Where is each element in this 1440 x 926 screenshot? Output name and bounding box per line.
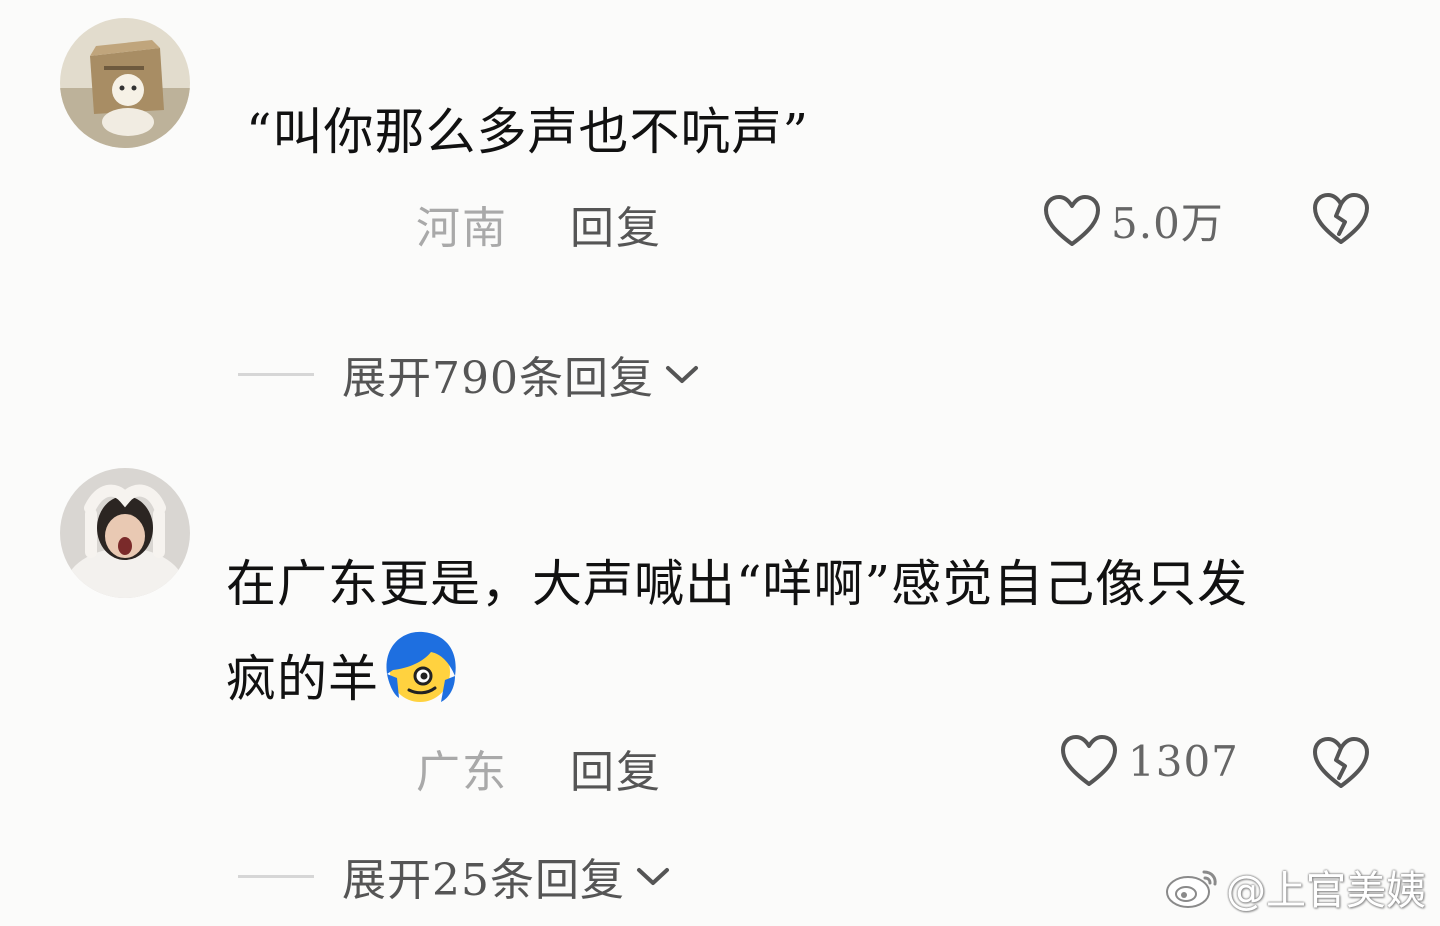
reply-button[interactable]: 回复	[570, 736, 662, 800]
expand-divider	[238, 874, 314, 878]
expand-replies-label: 展开25条回复	[342, 855, 625, 906]
avatar[interactable]	[60, 468, 190, 598]
comment-text-line-end: 疯的羊	[226, 650, 379, 708]
watermark: @上官美姨	[1164, 858, 1426, 916]
avatar-screaming-person-icon	[60, 468, 190, 598]
weibo-logo-icon	[1166, 870, 1217, 908]
dislike-button[interactable]	[1312, 736, 1370, 790]
like-button[interactable]: 1307	[1060, 734, 1239, 788]
comment-text-line: 在广东更是，大声喊出“咩啊”感觉自己像只发	[226, 555, 1249, 613]
comment-text: 在广东更是，大声喊出“咩啊”感觉自己像只发 疯的羊	[226, 540, 1396, 723]
comment-item: 在广东更是，大声喊出“咩啊”感觉自己像只发 疯的羊 广东 回复 1307 展开2…	[0, 0, 1440, 926]
heart-icon	[1061, 735, 1117, 786]
broken-heart-icon	[1313, 737, 1369, 788]
comment-location: 广东	[416, 747, 508, 798]
expand-replies-button[interactable]: 展开25条回复	[238, 844, 671, 908]
like-count: 1307	[1128, 736, 1239, 786]
chevron-down-icon	[637, 868, 669, 885]
blue-hair-emoji-icon	[386, 631, 456, 702]
comment-text-line: 疯的羊	[226, 628, 1396, 723]
watermark-text: @上官美姨	[1226, 868, 1426, 914]
